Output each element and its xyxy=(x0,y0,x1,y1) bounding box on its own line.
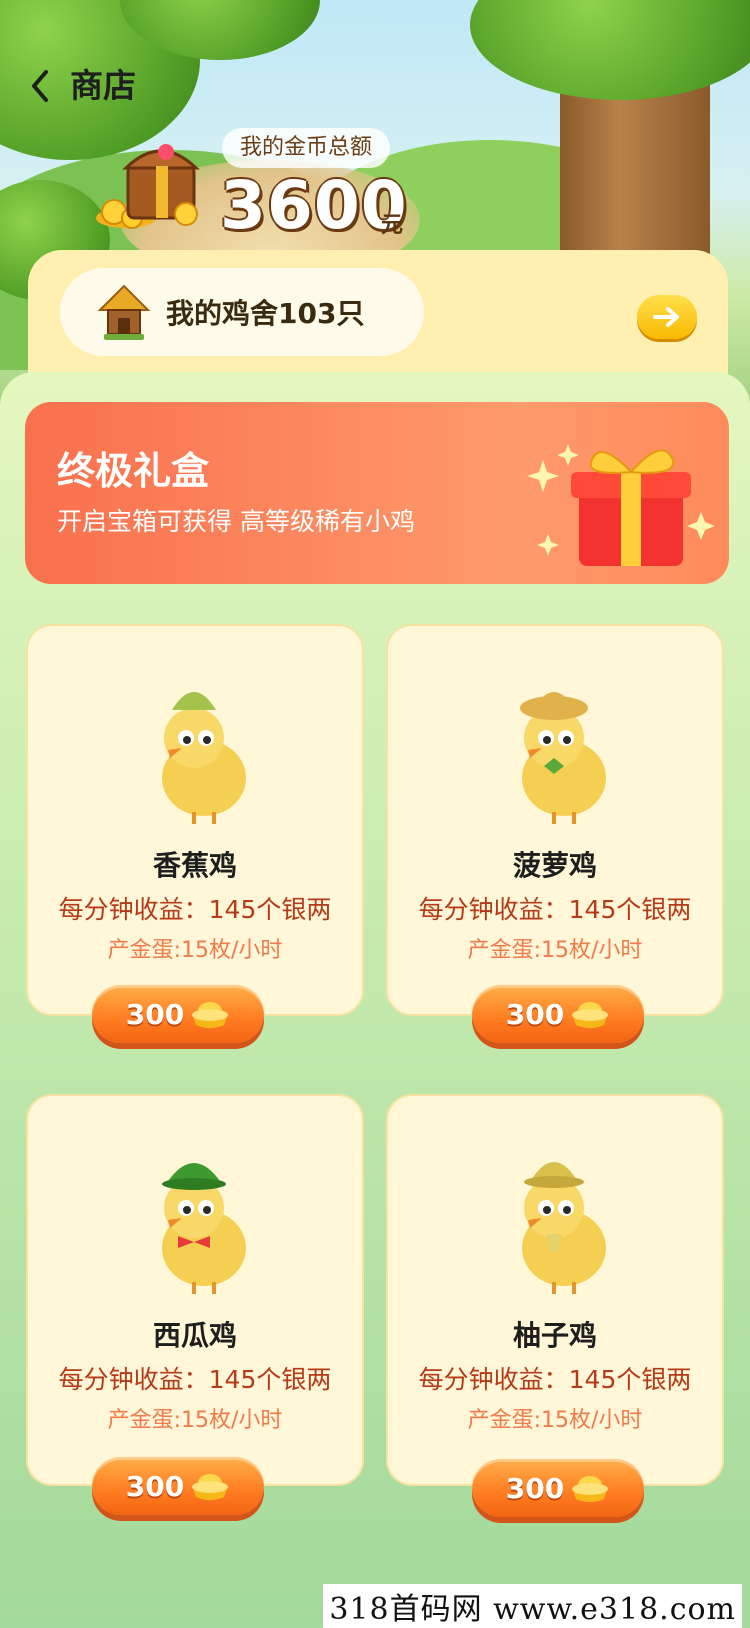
product-income: 每分钟收益：145个银两 xyxy=(418,895,692,924)
product-card-watermelon[interactable]: 西瓜鸡 每分钟收益：145个银两 产金蛋:15枚/小时 xyxy=(26,1094,364,1486)
product-eggs: 产金蛋:15枚/小时 xyxy=(467,1408,643,1433)
chicken-coop-icon xyxy=(97,284,151,340)
product-name: 西瓜鸡 xyxy=(152,1319,237,1352)
watermelon-chick-icon xyxy=(162,1163,246,1294)
buy-button-pomelo[interactable]: 300 xyxy=(472,1459,644,1517)
product-income: 每分钟收益：145个银两 xyxy=(418,1365,692,1394)
coin-total-label: 我的金币总额 xyxy=(222,128,391,168)
price-value: 300 xyxy=(125,1469,185,1503)
product-name: 柚子鸡 xyxy=(512,1319,597,1352)
product-eggs: 产金蛋:15枚/小时 xyxy=(107,938,283,963)
ultimate-gift-banner[interactable]: 终极礼盒 开启宝箱可获得 高等级稀有小鸡 xyxy=(25,402,729,584)
product-eggs: 产金蛋:15枚/小时 xyxy=(107,1408,283,1433)
page-title: 商店 xyxy=(70,66,136,105)
pineapple-chick-icon xyxy=(520,692,606,824)
product-income: 每分钟收益：145个银两 xyxy=(58,1365,332,1394)
product-eggs: 产金蛋:15枚/小时 xyxy=(467,938,643,963)
my-coop-button[interactable]: 我的鸡舍103只 xyxy=(60,268,424,356)
gold-ingot-icon xyxy=(572,1476,609,1502)
pomelo-chick-icon xyxy=(522,1162,606,1294)
product-name: 香蕉鸡 xyxy=(152,849,237,882)
chevron-left-icon xyxy=(32,70,48,102)
price-value: 300 xyxy=(125,997,185,1031)
gift-box-icon xyxy=(527,444,715,566)
buy-button-watermelon[interactable]: 300 xyxy=(92,1457,264,1515)
product-income: 每分钟收益：145个银两 xyxy=(58,895,332,924)
coop-count-text: 我的鸡舍103只 xyxy=(166,297,365,330)
treasure-chest-icon xyxy=(96,144,200,229)
gold-ingot-icon xyxy=(192,1474,229,1500)
product-card-pineapple[interactable]: 菠萝鸡 每分钟收益：145个银两 产金蛋:15枚/小时 xyxy=(386,624,724,1016)
banner-subtitle: 开启宝箱可获得 高等级稀有小鸡 xyxy=(57,507,415,536)
gold-ingot-icon xyxy=(572,1002,609,1028)
buy-button-pineapple[interactable]: 300 xyxy=(472,985,644,1043)
buy-button-banana[interactable]: 300 xyxy=(92,985,264,1043)
product-name: 菠萝鸡 xyxy=(512,849,597,882)
coin-total-amount: 3600 xyxy=(220,167,408,244)
back-button[interactable] xyxy=(22,64,58,108)
watermark: 318首码网 www.e318.com xyxy=(323,1584,742,1628)
banana-chick-icon xyxy=(162,692,246,824)
coop-arrow-button[interactable] xyxy=(637,295,697,339)
price-value: 300 xyxy=(505,1471,565,1505)
gold-ingot-icon xyxy=(192,1002,229,1028)
banner-title: 终极礼盒 xyxy=(57,449,210,493)
price-value: 300 xyxy=(505,997,565,1031)
product-card-banana[interactable]: 香蕉鸡 每分钟收益：145个银两 产金蛋:15枚/小时 xyxy=(26,624,364,1016)
arrow-right-icon xyxy=(653,307,679,327)
product-card-pomelo[interactable]: 柚子鸡 每分钟收益：145个银两 产金蛋:15枚/小时 xyxy=(386,1094,724,1486)
coin-unit: 元 xyxy=(381,213,404,238)
